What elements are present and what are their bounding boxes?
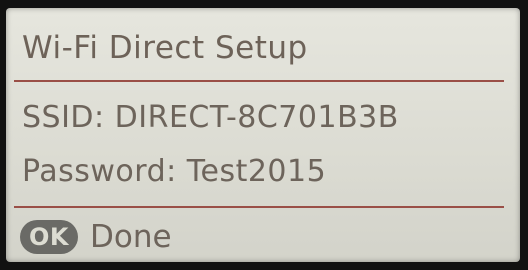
page-title: Wi-Fi Direct Setup [22, 30, 308, 66]
done-action[interactable]: OK Done [20, 214, 172, 260]
footer-divider [14, 206, 504, 208]
password-text: Password: Test2015 [22, 154, 327, 189]
ok-button-icon[interactable]: OK [20, 220, 78, 254]
done-label: Done [90, 219, 172, 255]
ssid-text: SSID: DIRECT-8C701B3B [22, 100, 399, 135]
lcd-screen: Wi-Fi Direct Setup SSID: DIRECT-8C701B3B… [6, 8, 520, 262]
title-divider [14, 80, 504, 82]
device-bezel: Wi-Fi Direct Setup SSID: DIRECT-8C701B3B… [0, 0, 528, 270]
